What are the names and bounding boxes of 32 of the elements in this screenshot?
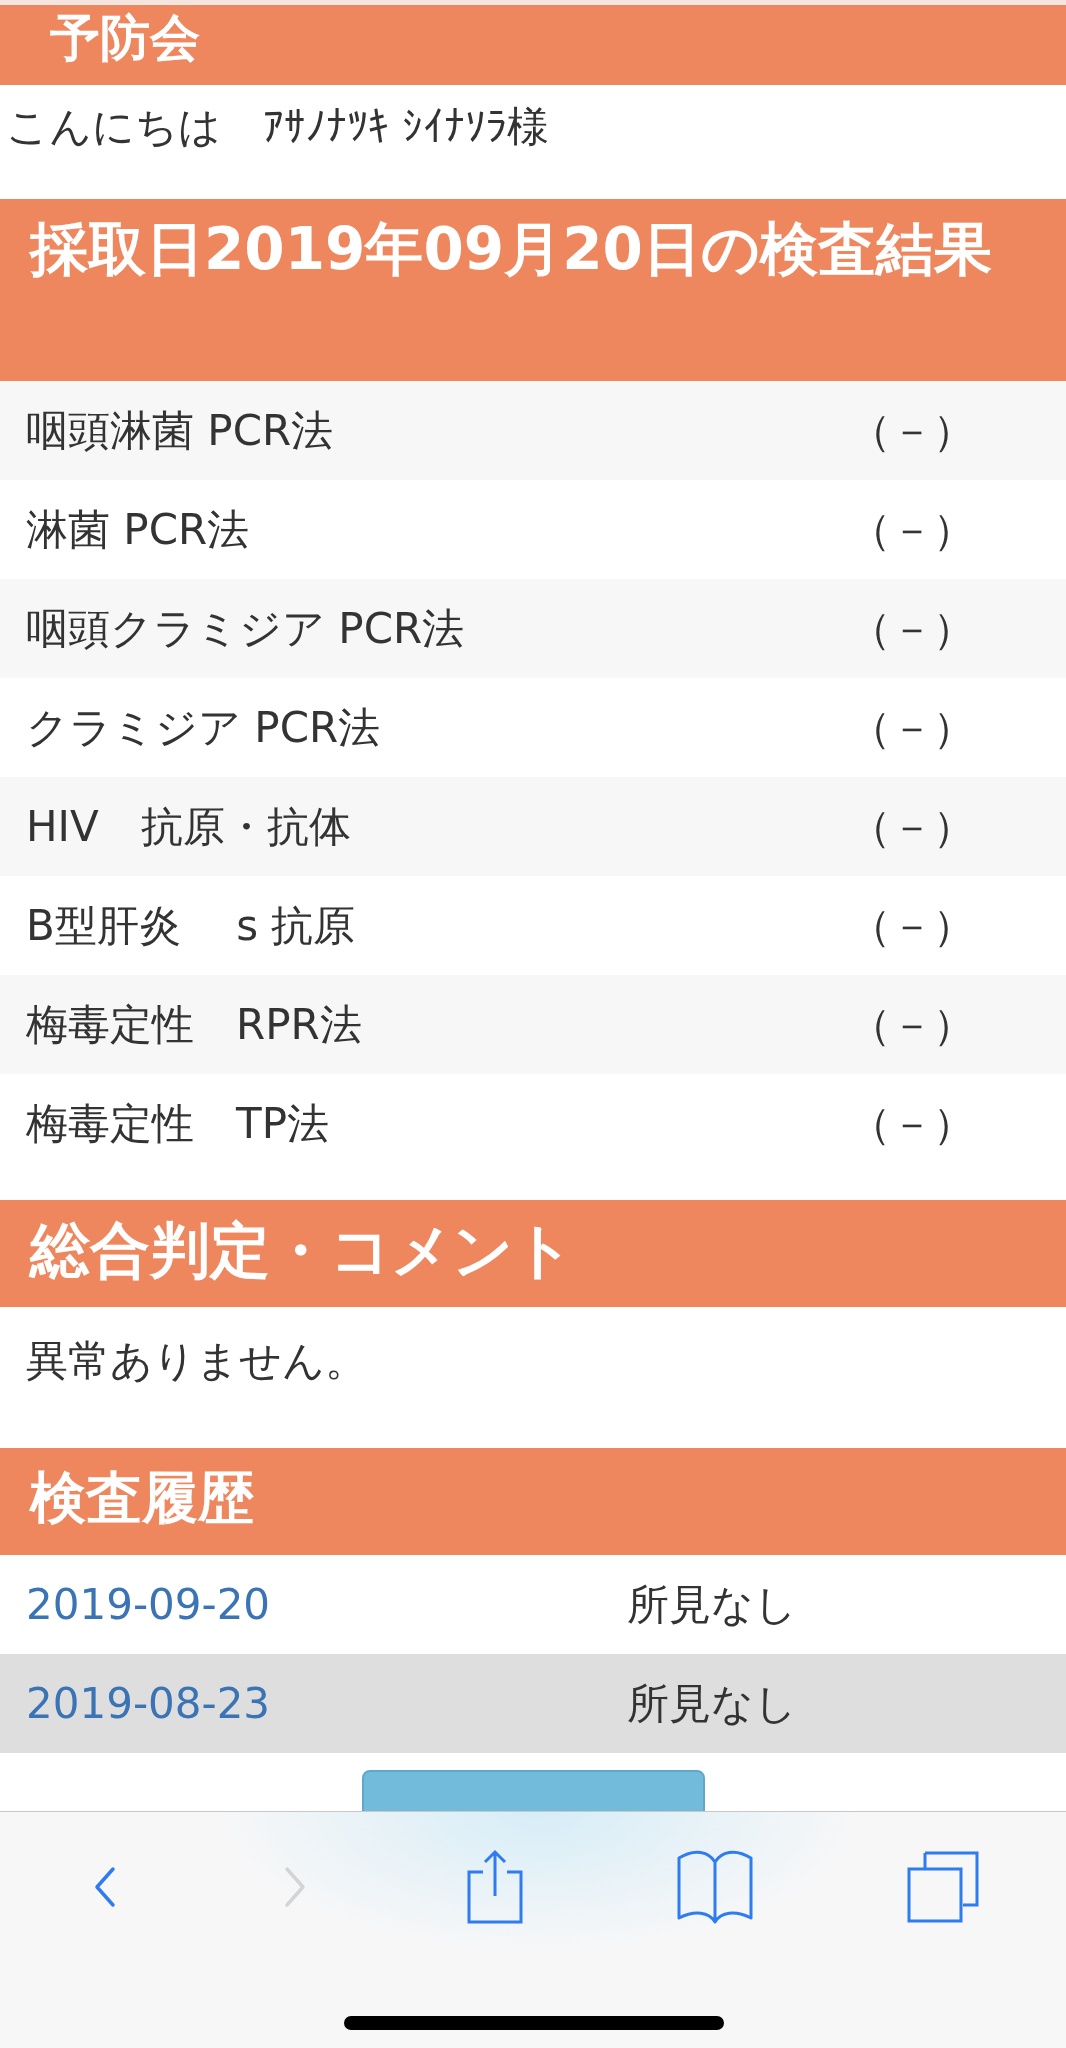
finding-text: 所見なし bbox=[627, 1678, 797, 1730]
tabs-icon bbox=[905, 1849, 981, 1925]
test-name: B型肝炎 s 抗原 bbox=[26, 901, 356, 950]
test-name: HIV 抗原・抗体 bbox=[26, 802, 351, 851]
tabs-button[interactable] bbox=[905, 1849, 981, 1925]
org-name: 予防会 bbox=[50, 9, 200, 67]
share-icon bbox=[465, 1848, 525, 1926]
test-name: 梅毒定性 TP法 bbox=[26, 1099, 329, 1148]
test-result: （－） bbox=[849, 406, 975, 455]
bookmarks-button[interactable] bbox=[675, 1848, 755, 1926]
share-button[interactable] bbox=[465, 1848, 525, 1926]
book-icon bbox=[675, 1848, 755, 1926]
test-result: （－） bbox=[849, 802, 975, 851]
section-heading: 検査履歴 bbox=[0, 1448, 1066, 1555]
test-result: （－） bbox=[849, 1000, 975, 1049]
test-name: クラミジア PCR法 bbox=[26, 703, 381, 752]
comment-text: 異常ありません。 bbox=[26, 1336, 367, 1385]
section-heading: 総合判定・コメント bbox=[0, 1200, 1066, 1307]
test-result: （－） bbox=[849, 505, 975, 554]
section-heading: 採取日2019年09月20日の検査結果 bbox=[0, 199, 1066, 381]
test-name: 梅毒定性 RPR法 bbox=[26, 1000, 362, 1049]
date-link[interactable]: 2019-09-20 bbox=[26, 1580, 271, 1629]
finding-text: 所見なし bbox=[627, 1579, 797, 1631]
greeting-text: こんにちは ｱｻﾉﾅﾂｷ ｼｲﾅｿﾗ様 bbox=[6, 102, 550, 151]
test-name: 咽頭クラミジア PCR法 bbox=[26, 604, 465, 653]
test-result: （－） bbox=[849, 1099, 975, 1148]
test-result: （－） bbox=[849, 703, 975, 752]
test-name: 咽頭淋菌 PCR法 bbox=[26, 406, 334, 455]
test-result: （－） bbox=[849, 901, 975, 950]
date-link[interactable]: 2019-08-23 bbox=[26, 1679, 271, 1728]
test-name: 淋菌 PCR法 bbox=[26, 505, 250, 554]
test-result: （－） bbox=[849, 604, 975, 653]
